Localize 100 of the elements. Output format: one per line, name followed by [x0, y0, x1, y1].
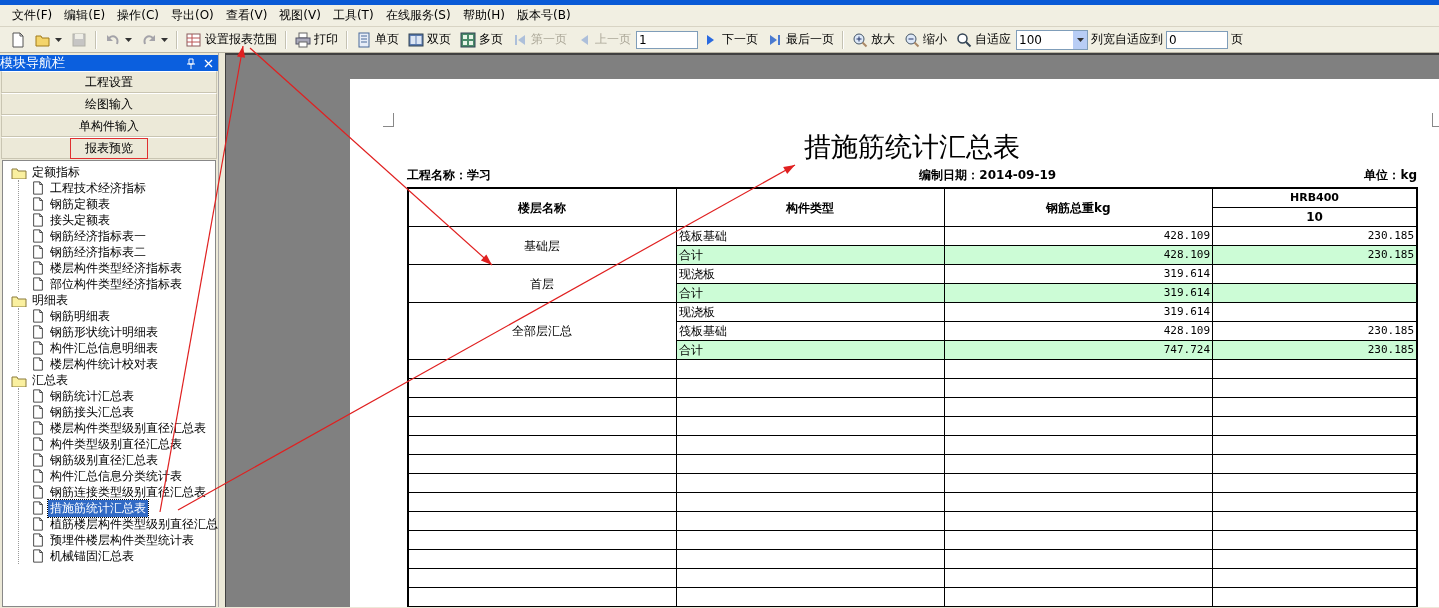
toolbar-button[interactable]: 放大: [848, 28, 899, 51]
tree-item[interactable]: 楼层构件类型经济指标表: [48, 259, 184, 277]
tree-item[interactable]: 钢筋连接类型级别直径汇总表: [48, 483, 208, 501]
module-button[interactable]: 报表预览: [1, 137, 217, 159]
tree-item[interactable]: 汇总表: [30, 371, 70, 389]
header-cell: 构件类型: [676, 188, 945, 227]
tree-item[interactable]: 钢筋接头汇总表: [48, 403, 136, 421]
zoom-dropdown[interactable]: 100: [1016, 29, 1088, 50]
table-cell: 319.614: [944, 264, 1213, 284]
document-icon: [31, 340, 45, 356]
tree-item[interactable]: 钢筋明细表: [48, 307, 112, 325]
toolbar-button[interactable]: 最后一页: [763, 28, 838, 51]
tree-item[interactable]: 预埋件楼层构件类型统计表: [48, 531, 196, 549]
tree-item[interactable]: 定额指标: [30, 163, 82, 181]
module-button[interactable]: 单构件输入: [1, 115, 217, 137]
tree-item[interactable]: 部位构件类型经济指标表: [48, 275, 184, 293]
tree-item[interactable]: 钢筋经济指标表一: [48, 227, 148, 245]
document-icon: [31, 548, 45, 564]
document-icon: [31, 420, 45, 436]
toolbar-button[interactable]: 自适应: [952, 28, 1015, 51]
document-icon: [31, 532, 45, 548]
table-cell: 筏板基础: [676, 321, 945, 341]
tree-item[interactable]: 构件汇总信息明细表: [48, 339, 160, 357]
tree-item[interactable]: 钢筋统计汇总表: [48, 387, 136, 405]
tree-item[interactable]: 钢筋经济指标表二: [48, 243, 148, 261]
toolbar-button[interactable]: 打印: [291, 28, 342, 51]
table-icon: [186, 31, 202, 48]
toolbar-label: 页: [1230, 31, 1244, 48]
toolbar-label: 列宽自适应到: [1090, 31, 1164, 48]
document-icon: [31, 276, 45, 292]
document-icon: [31, 356, 45, 372]
document-icon: [31, 452, 45, 468]
tree-item[interactable]: 措施筋统计汇总表: [48, 499, 148, 517]
caret-icon: [1077, 37, 1084, 42]
caret-icon: [55, 37, 62, 42]
document-icon: [31, 324, 45, 340]
document-icon: [31, 388, 45, 404]
menu-item[interactable]: 版本号(B): [511, 5, 577, 26]
folder-icon: [11, 165, 27, 179]
search-icon: [956, 31, 972, 48]
menu-item[interactable]: 文件(F): [6, 5, 59, 26]
menu-item[interactable]: 视图(V): [273, 5, 327, 26]
document-icon: [31, 484, 45, 500]
menu-item[interactable]: 导出(O): [164, 5, 220, 26]
four-pages-icon: [460, 31, 476, 48]
tree-item[interactable]: 钢筋级别直径汇总表: [48, 451, 160, 469]
toolbar-button[interactable]: 缩小: [900, 28, 951, 51]
tree-item[interactable]: 钢筋定额表: [48, 195, 112, 213]
tree-item[interactable]: 明细表: [30, 291, 70, 309]
tree-item[interactable]: 接头定额表: [48, 211, 112, 229]
document-icon: [31, 244, 45, 260]
menu-item[interactable]: 帮助(H): [456, 5, 511, 26]
report-title: 措施筋统计汇总表: [803, 130, 1021, 164]
caret-icon: [161, 37, 168, 42]
toolbar-button[interactable]: 设置报表范围: [182, 28, 281, 51]
table-cell: 现浇板: [676, 302, 945, 322]
table-cell: 筏板基础: [676, 226, 945, 246]
menu-item[interactable]: 在线服务(S): [379, 5, 457, 26]
table-cell: 首层: [408, 264, 677, 303]
tree-item[interactable]: 机械锚固汇总表: [48, 547, 136, 565]
document-icon: [31, 228, 45, 244]
header-cell: 楼层名称: [408, 188, 677, 227]
report-date: 编制日期：2014-09-19: [919, 167, 1057, 184]
module-button[interactable]: 工程设置: [1, 71, 217, 93]
tree-item[interactable]: 楼层构件统计校对表: [48, 355, 160, 373]
toolbar-button[interactable]: 双页: [404, 28, 455, 51]
document-icon: [31, 196, 45, 212]
table-cell: 428.109: [944, 226, 1213, 246]
document-icon: [31, 516, 45, 532]
tree-item[interactable]: 钢筋形状统计明细表: [48, 323, 160, 341]
table-cell: 319.614: [944, 302, 1213, 322]
toolbar-button[interactable]: 多页: [456, 28, 507, 51]
document-icon: [31, 500, 45, 516]
table-cell: 现浇板: [676, 264, 945, 284]
menu-item[interactable]: 操作(C): [111, 5, 165, 26]
menu-item[interactable]: 编辑(E): [58, 5, 112, 26]
project-name: 工程名称：学习: [407, 167, 491, 184]
page-field[interactable]: 0: [1166, 30, 1228, 49]
menu-item[interactable]: 查看(V): [219, 5, 274, 26]
zoom-out-icon: [904, 31, 920, 48]
close-icon[interactable]: [204, 58, 213, 68]
document-icon: [31, 308, 45, 324]
folder-icon: [11, 293, 27, 307]
menu-item[interactable]: 工具(T): [326, 5, 380, 26]
document-icon: [31, 436, 45, 452]
header-cell: 钢筋总重kg: [944, 188, 1213, 227]
unit-label: 单位：kg: [1364, 167, 1417, 184]
document-icon: [31, 468, 45, 484]
two-pages-icon: [408, 31, 424, 48]
page-field[interactable]: 1: [636, 30, 698, 49]
tree-item[interactable]: 工程技术经济指标: [48, 179, 148, 197]
document-icon: [31, 180, 45, 196]
toolbar-button[interactable]: 下一页: [699, 28, 762, 51]
toolbar-button[interactable]: 单页: [352, 28, 403, 51]
module-button[interactable]: 绘图输入: [1, 93, 217, 115]
document-icon: [31, 404, 45, 420]
tree-item[interactable]: 植筋楼层构件类型级别直径汇总: [48, 515, 220, 533]
caret-icon: [125, 37, 132, 42]
pin-icon[interactable]: [186, 57, 196, 69]
document-icon: [10, 31, 26, 48]
